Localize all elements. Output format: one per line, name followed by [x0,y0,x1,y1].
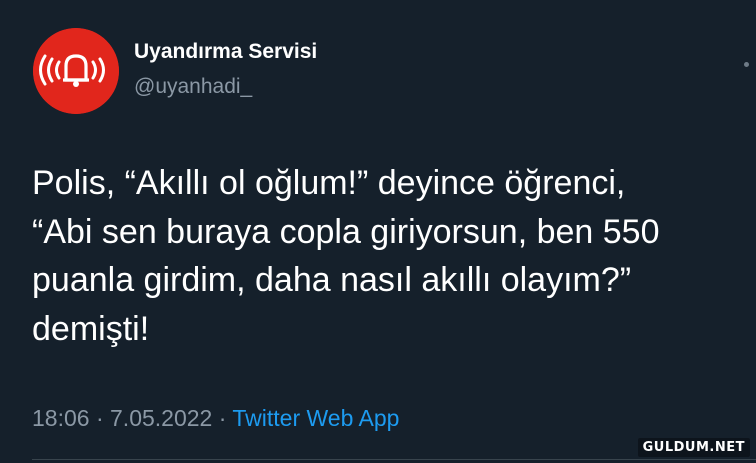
tweet-meta: 18:06 · 7.05.2022 · Twitter Web App [32,405,399,432]
meta-separator: · [218,405,227,431]
site-watermark: GULDUM.NET [637,438,750,457]
tweet-text-line: puanla girdim, daha nasıl akıllı olayım?… [32,261,632,299]
tweet-text-line: demişti! [32,309,150,348]
more-options-icon[interactable] [744,62,749,67]
avatar[interactable] [33,28,119,114]
author-name[interactable]: Uyandırma Servisi [134,40,317,64]
alarm-bell-icon [33,28,119,114]
tweet-text-line: “Abi sen buraya copla giriyorsun, ben 55… [32,212,660,251]
meta-separator: · [95,405,104,431]
tweet-date[interactable]: 7.05.2022 [110,405,212,431]
author-handle[interactable]: @uyanhadi_ [134,75,252,99]
divider [32,459,756,460]
tweet-time[interactable]: 18:06 [32,405,90,431]
tweet-screenshot: Uyandırma Servisi @uyanhadi_ Polis, “Akı… [0,0,756,463]
tweet-text: Polis, “Akıllı ol oğlum!” deyince öğrenc… [32,159,732,353]
tweet-text-line: Polis, “Akıllı ol oğlum!” deyince öğrenc… [32,164,626,202]
tweet-source-link[interactable]: Twitter Web App [232,405,399,431]
